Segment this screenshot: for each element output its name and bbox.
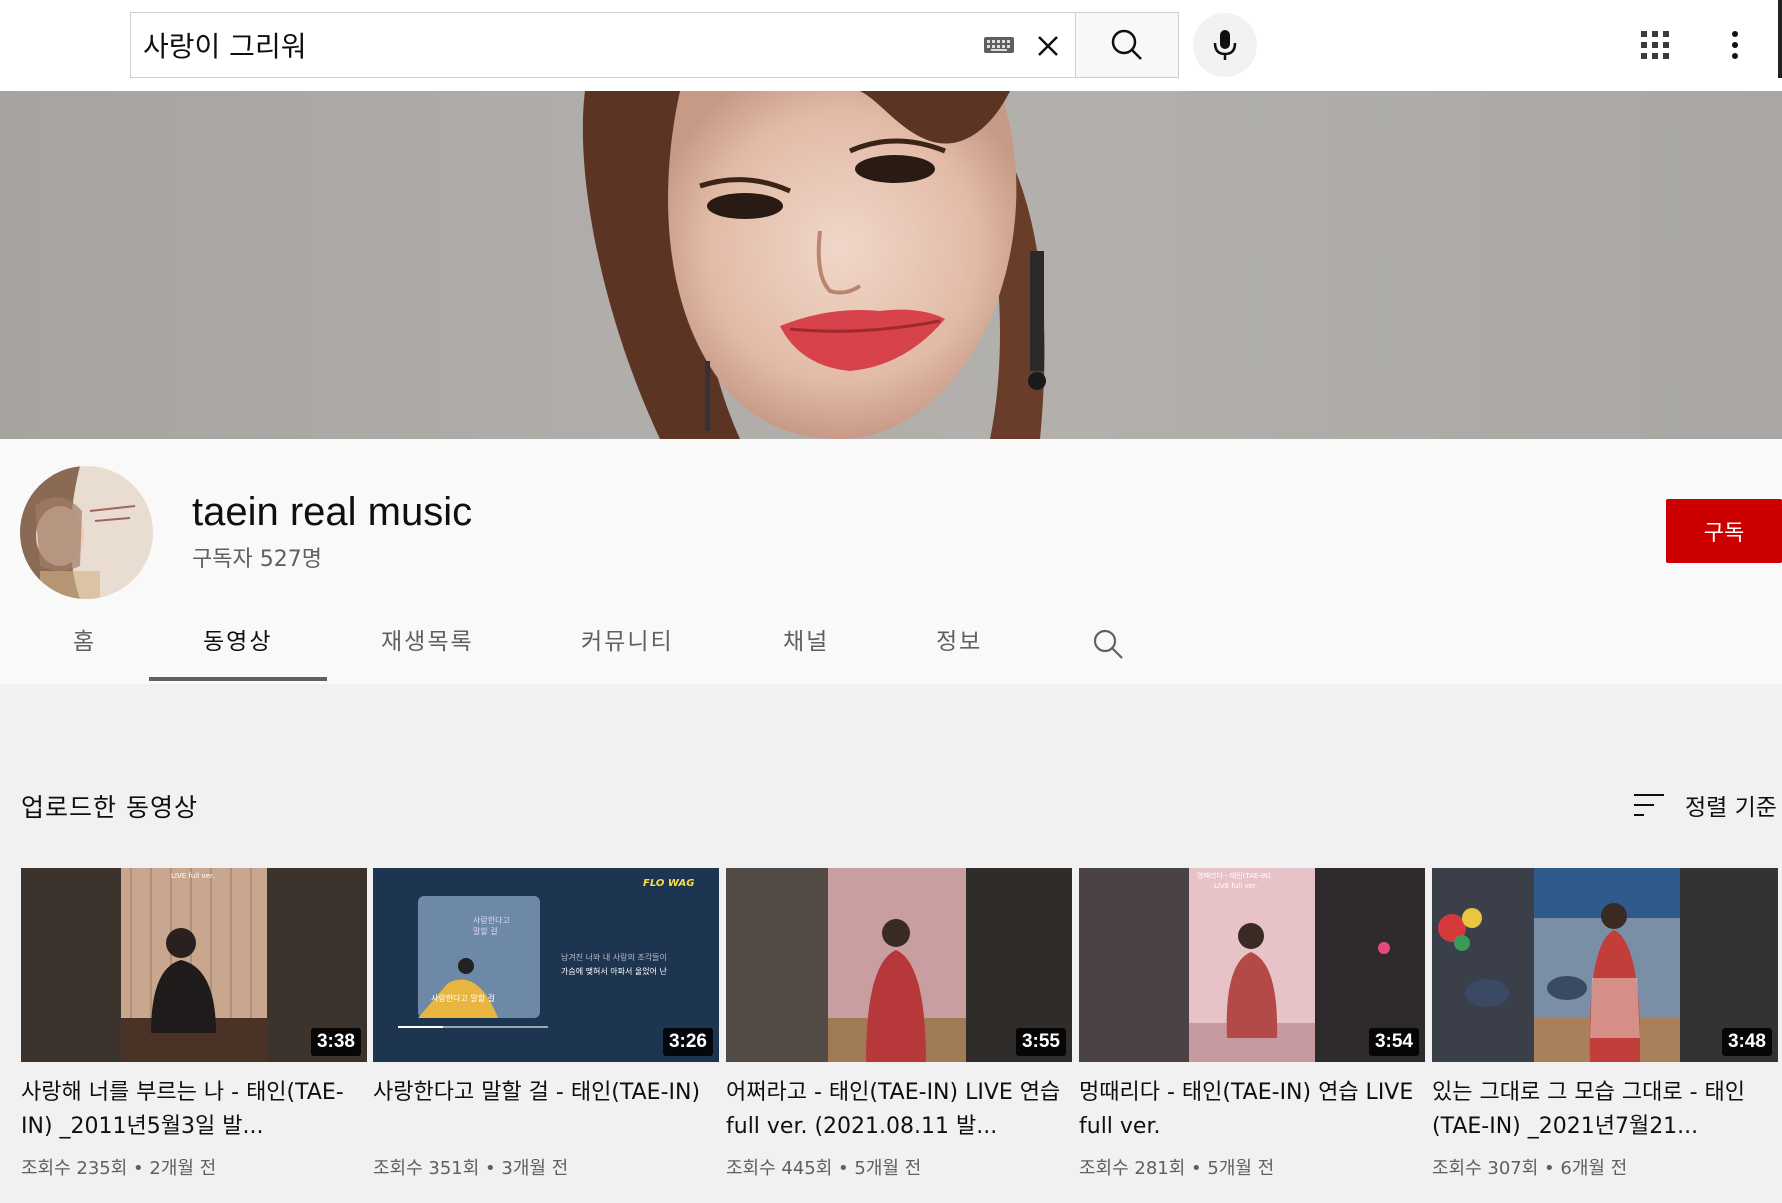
video-thumbnail[interactable]: 3:48	[1432, 868, 1778, 1062]
channel-banner	[0, 91, 1782, 439]
apps-button[interactable]	[1636, 26, 1674, 64]
upload-age: 6개월 전	[1560, 1158, 1628, 1179]
subscriber-count: 구독자 527명	[192, 547, 322, 572]
svg-text:말할 걸: 말할 걸	[473, 926, 498, 936]
video-duration: 3:55	[1015, 1028, 1066, 1056]
avatar-image	[20, 466, 153, 599]
thumbnail-logo: FLO WAG	[643, 878, 694, 889]
video-duration: 3:48	[1721, 1028, 1772, 1056]
tab-videos[interactable]: 동영상	[203, 622, 272, 656]
video-title[interactable]: 사랑한다고 말할 걸 - 태인(TAE-IN)	[373, 1076, 719, 1144]
more-options-button[interactable]	[1716, 26, 1754, 64]
video-duration: 3:54	[1368, 1028, 1419, 1056]
video-title[interactable]: 사랑해 너를 부르는 나 - 태인(TAE-IN) _2011년5월3일 발..…	[21, 1076, 367, 1144]
video-thumbnail[interactable]: 3:55	[726, 868, 1072, 1062]
upload-age: 2개월 전	[149, 1158, 217, 1179]
tab-channels[interactable]: 채널	[783, 622, 829, 656]
tab-home[interactable]: 홈	[73, 622, 96, 656]
sort-button[interactable]: 정렬 기준	[1685, 788, 1777, 822]
section-title: 업로드한 동영상	[21, 793, 198, 822]
channel-search-icon[interactable]	[1091, 627, 1125, 661]
window-edge	[1778, 0, 1782, 78]
active-tab-indicator	[149, 677, 327, 681]
banner-portrait	[582, 91, 1046, 439]
thumbnail-caption: LIVE full ver.	[171, 872, 214, 880]
tab-about[interactable]: 정보	[936, 622, 982, 656]
video-card[interactable]: 3:48 있는 그대로 그 모습 그대로 - 태인(TAE-IN) _2021년…	[1432, 868, 1778, 1180]
video-title[interactable]: 멍때리다 - 태인(TAE-IN) 연습 LIVE full ver.	[1079, 1076, 1425, 1144]
video-thumbnail[interactable]: 사랑한다고 말할 걸 사랑한다고 말할 걸 남겨진 너와 내 사랑의 조각들이 …	[373, 868, 719, 1062]
more-vert-icon	[1732, 31, 1738, 59]
microphone-icon	[1213, 30, 1237, 60]
thumbnail-lyric-1: 남겨진 너와 내 사랑의 조각들이	[561, 952, 667, 962]
channel-avatar[interactable]	[20, 466, 153, 599]
tab-playlists[interactable]: 재생목록	[381, 622, 474, 656]
clear-icon[interactable]	[1031, 29, 1065, 63]
voice-search-button[interactable]	[1193, 13, 1257, 77]
video-title[interactable]: 어쩌라고 - 태인(TAE-IN) LIVE 연습 full ver. (202…	[726, 1076, 1072, 1144]
youtube-channel-page: { "search": { "query": "사랑이 그리워" }, "cha…	[0, 0, 1782, 1203]
thumbnail-lyric-2: 가슴에 맺혀서 아파서 울었어 난	[561, 966, 667, 976]
view-count: 조회수 445회	[726, 1158, 833, 1179]
upload-age: 5개월 전	[854, 1158, 922, 1179]
view-count: 조회수 235회	[21, 1158, 128, 1179]
thumbnail-caption-1: 멍때리다 - 태인(TAE-IN)	[1197, 871, 1271, 880]
video-thumbnail[interactable]: LIVE full ver. 3:38	[21, 868, 367, 1062]
upload-age: 5개월 전	[1207, 1158, 1275, 1179]
video-metadata: 조회수 445회 • 5개월 전	[726, 1158, 922, 1179]
svg-text:사랑한다고: 사랑한다고	[473, 915, 510, 925]
sort-icon[interactable]	[1632, 790, 1666, 820]
video-card[interactable]: 3:55 어쩌라고 - 태인(TAE-IN) LIVE 연습 full ver.…	[726, 868, 1072, 1180]
search-button[interactable]	[1075, 12, 1179, 78]
video-title[interactable]: 있는 그대로 그 모습 그대로 - 태인(TAE-IN) _2021년7월21.…	[1432, 1076, 1778, 1144]
search-input[interactable]	[143, 13, 943, 77]
keyboard-icon[interactable]	[983, 35, 1015, 55]
subscribe-button[interactable]: 구독	[1666, 499, 1782, 563]
video-metadata: 조회수 351회 • 3개월 전	[373, 1158, 569, 1179]
video-duration: 3:38	[310, 1028, 361, 1056]
search-box	[130, 12, 1076, 78]
video-card[interactable]: 멍때리다 - 태인(TAE-IN) LIVE full ver. 3:54 멍때…	[1079, 868, 1425, 1180]
video-metadata: 조회수 235회 • 2개월 전	[21, 1158, 217, 1179]
thumbnail-song-title: 사랑한다고 말할 걸	[431, 993, 495, 1003]
video-thumbnail[interactable]: 멍때리다 - 태인(TAE-IN) LIVE full ver. 3:54	[1079, 868, 1425, 1062]
video-card[interactable]: 사랑한다고 말할 걸 사랑한다고 말할 걸 남겨진 너와 내 사랑의 조각들이 …	[373, 868, 719, 1180]
video-duration: 3:26	[662, 1028, 713, 1056]
thumbnail-caption-2: LIVE full ver.	[1214, 882, 1257, 890]
video-card[interactable]: LIVE full ver. 3:38 사랑해 너를 부르는 나 - 태인(TA…	[21, 868, 367, 1180]
upload-age: 3개월 전	[501, 1158, 569, 1179]
channel-name: taein real music	[192, 490, 473, 534]
video-metadata: 조회수 281회 • 5개월 전	[1079, 1158, 1275, 1179]
view-count: 조회수 351회	[373, 1158, 480, 1179]
view-count: 조회수 281회	[1079, 1158, 1186, 1179]
apps-grid-icon	[1641, 31, 1669, 59]
video-metadata: 조회수 307회 • 6개월 전	[1432, 1158, 1628, 1179]
tab-community[interactable]: 커뮤니티	[581, 622, 674, 656]
search-icon	[1111, 29, 1142, 60]
view-count: 조회수 307회	[1432, 1158, 1539, 1179]
masthead	[0, 0, 1782, 91]
